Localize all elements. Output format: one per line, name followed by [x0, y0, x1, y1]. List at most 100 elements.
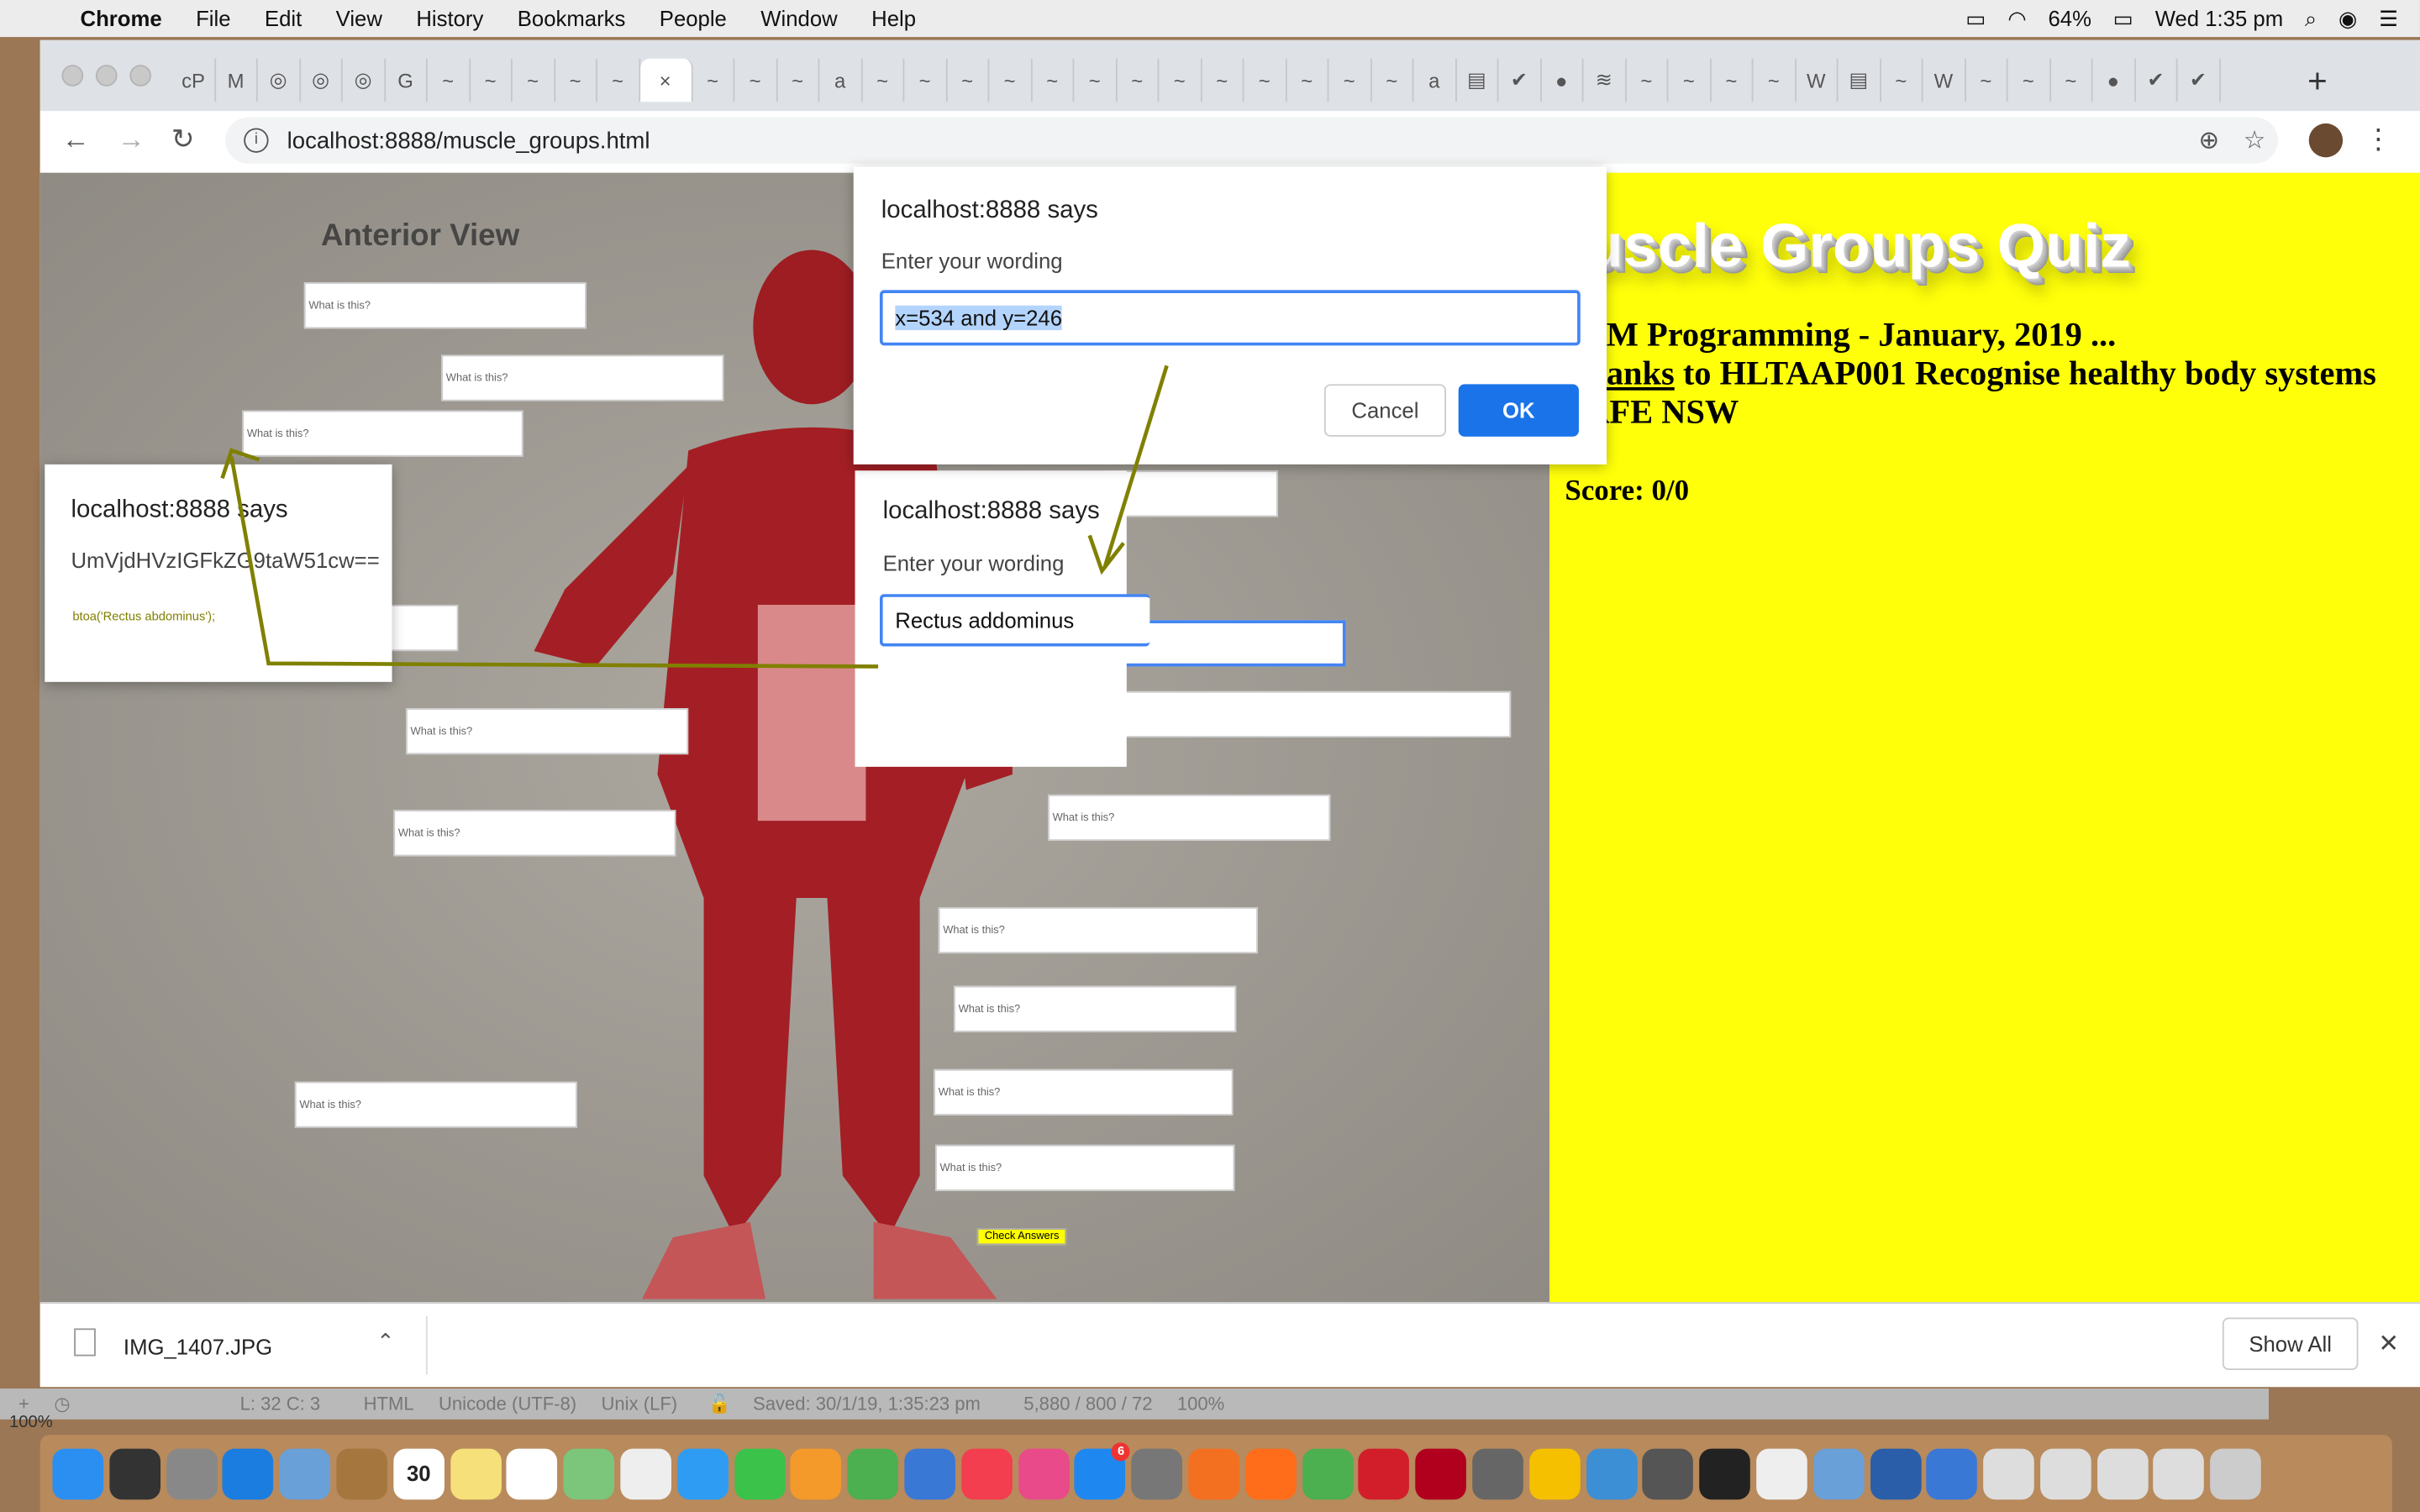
syntax-mode[interactable]: HTML — [364, 1394, 414, 1415]
tab[interactable]: ◎ — [343, 58, 386, 102]
answer-label-box[interactable]: What is this? — [393, 810, 676, 857]
clock-icon[interactable]: ◷ — [54, 1394, 70, 1415]
close-window-button[interactable] — [61, 65, 84, 87]
dock-opera-icon[interactable] — [1358, 1447, 1410, 1499]
dock-finder-icon[interactable] — [52, 1447, 104, 1499]
clock[interactable]: Wed 1:35 pm — [2155, 6, 2283, 30]
forward-icon[interactable]: → — [118, 123, 145, 156]
tab[interactable]: ~ — [555, 58, 597, 102]
dock-news-icon[interactable] — [960, 1447, 1013, 1499]
cancel-button[interactable]: Cancel — [1323, 384, 1446, 437]
tab[interactable]: ◎ — [258, 58, 301, 102]
minimize-window-button[interactable] — [95, 65, 118, 87]
dock-mail-icon[interactable] — [279, 1447, 331, 1499]
dock-textedit-icon[interactable] — [1755, 1447, 1807, 1499]
tab[interactable]: ~ — [1668, 58, 1711, 102]
dock-cyberduck-icon[interactable] — [1528, 1447, 1581, 1499]
tab[interactable]: ≋ — [1583, 58, 1626, 102]
dock-notes-icon[interactable] — [450, 1447, 502, 1499]
spotlight-icon[interactable]: ⌕ — [2305, 5, 2317, 31]
dock-docs-icon[interactable] — [1983, 1447, 2034, 1499]
tab[interactable]: W — [1796, 58, 1839, 102]
tab[interactable]: G — [385, 58, 428, 102]
left-zoom[interactable]: 100% — [9, 1413, 53, 1431]
menu-people[interactable]: People — [660, 6, 727, 30]
answer-label-box[interactable]: What is this? — [938, 906, 1258, 954]
dock-firefox-icon[interactable] — [1244, 1447, 1297, 1499]
dock-avast-icon[interactable] — [1188, 1447, 1239, 1499]
tab[interactable]: ~ — [692, 58, 735, 102]
editor-zoom[interactable]: 100% — [1177, 1394, 1224, 1415]
answer-label-box[interactable]: What is this? — [935, 1144, 1235, 1191]
tab[interactable]: ~ — [513, 58, 555, 102]
tab[interactable]: ● — [1541, 58, 1584, 102]
menu-help[interactable]: Help — [871, 6, 916, 30]
tab[interactable]: ~ — [1202, 58, 1244, 102]
dock-terminal-icon[interactable] — [1699, 1447, 1751, 1499]
dock-quicktime-icon[interactable] — [1870, 1447, 1921, 1499]
dock-xcode-icon[interactable] — [1586, 1447, 1637, 1499]
answer-label-box[interactable]: What is this? — [954, 985, 1237, 1032]
zoom-window-button[interactable] — [129, 65, 151, 87]
new-tab-button[interactable]: + — [2307, 61, 2328, 102]
add-icon[interactable]: + — [18, 1394, 29, 1415]
zoom-icon[interactable]: ⊕ — [2199, 125, 2220, 156]
tab[interactable]: ▤ — [1456, 58, 1499, 102]
tab[interactable]: ~ — [1286, 58, 1329, 102]
tab[interactable]: ~ — [734, 58, 777, 102]
tab[interactable]: ✔ — [2178, 58, 2221, 102]
dock-safari-icon[interactable] — [223, 1447, 274, 1499]
tab[interactable]: ~ — [470, 58, 513, 102]
dock-trash-icon[interactable] — [2210, 1447, 2262, 1499]
answer-label-box[interactable]: What is this? — [934, 1068, 1234, 1116]
tab[interactable]: a — [819, 58, 862, 102]
dock-docs-icon[interactable] — [2154, 1447, 2205, 1499]
dock-facetime-icon[interactable] — [734, 1447, 786, 1499]
tab[interactable]: ~ — [1328, 58, 1371, 102]
answer-label-box[interactable]: What is this? — [1048, 794, 1331, 842]
answer-label-box[interactable] — [1105, 470, 1278, 517]
url-text[interactable]: localhost:8888/muscle_groups.html — [287, 128, 650, 154]
tab[interactable]: ◎ — [300, 58, 343, 102]
tab[interactable]: ~ — [777, 58, 820, 102]
prompt-input-value[interactable]: x=534 and y=246 — [895, 305, 1063, 331]
dock-docs-icon[interactable] — [2039, 1447, 2091, 1499]
profile-avatar[interactable] — [2308, 123, 2344, 158]
dock-filezilla-icon[interactable] — [1415, 1447, 1467, 1499]
menu-kebab-icon[interactable]: ⋮ — [2365, 123, 2392, 156]
tab[interactable]: cP — [173, 58, 216, 102]
tab[interactable]: ~ — [947, 58, 990, 102]
battery-percent[interactable]: 64% — [2048, 6, 2091, 30]
airplay-icon[interactable]: ▭ — [1965, 5, 1986, 31]
tab[interactable]: ~ — [1626, 58, 1669, 102]
dock-messages-icon[interactable] — [676, 1447, 729, 1499]
dock-app-store-icon[interactable]: 6 — [1074, 1441, 1131, 1499]
dock-photos-icon[interactable] — [620, 1447, 671, 1499]
dock-numbers-icon[interactable] — [847, 1447, 899, 1499]
close-downloads-icon[interactable]: ✕ — [2378, 1328, 2399, 1359]
answer-label-box[interactable]: What is this? — [406, 708, 689, 755]
reload-icon[interactable]: ↻ — [171, 123, 195, 156]
show-all-button[interactable]: Show All — [2222, 1317, 2359, 1370]
dock-sequel-icon[interactable] — [1472, 1447, 1523, 1499]
tab[interactable]: ~ — [1753, 58, 1797, 102]
tab[interactable]: ▤ — [1839, 58, 1881, 102]
menu-edit[interactable]: Edit — [265, 6, 302, 30]
active-tab-close-icon[interactable]: × — [639, 58, 692, 102]
tab[interactable]: ✔ — [2135, 58, 2178, 102]
chevron-up-icon[interactable]: ⌃ — [376, 1328, 395, 1354]
back-icon[interactable]: ← — [61, 123, 89, 156]
dock-itunes-icon[interactable] — [1018, 1447, 1070, 1499]
prompt-input[interactable]: Rectus addominus — [879, 594, 1150, 647]
tab[interactable]: a — [1413, 58, 1456, 102]
dock-pages-icon[interactable] — [791, 1447, 842, 1499]
tab[interactable]: ~ — [1159, 58, 1202, 102]
tab[interactable]: ~ — [904, 58, 947, 102]
tab[interactable]: ~ — [1074, 58, 1117, 102]
tab[interactable]: W — [1923, 58, 1966, 102]
tab[interactable]: ~ — [1117, 58, 1160, 102]
download-filename[interactable]: IMG_1407.JPG — [124, 1335, 272, 1359]
dock-gimp-icon[interactable] — [1642, 1447, 1694, 1499]
encoding[interactable]: Unicode (UTF-8) — [439, 1394, 576, 1415]
tab[interactable]: ~ — [1711, 58, 1754, 102]
